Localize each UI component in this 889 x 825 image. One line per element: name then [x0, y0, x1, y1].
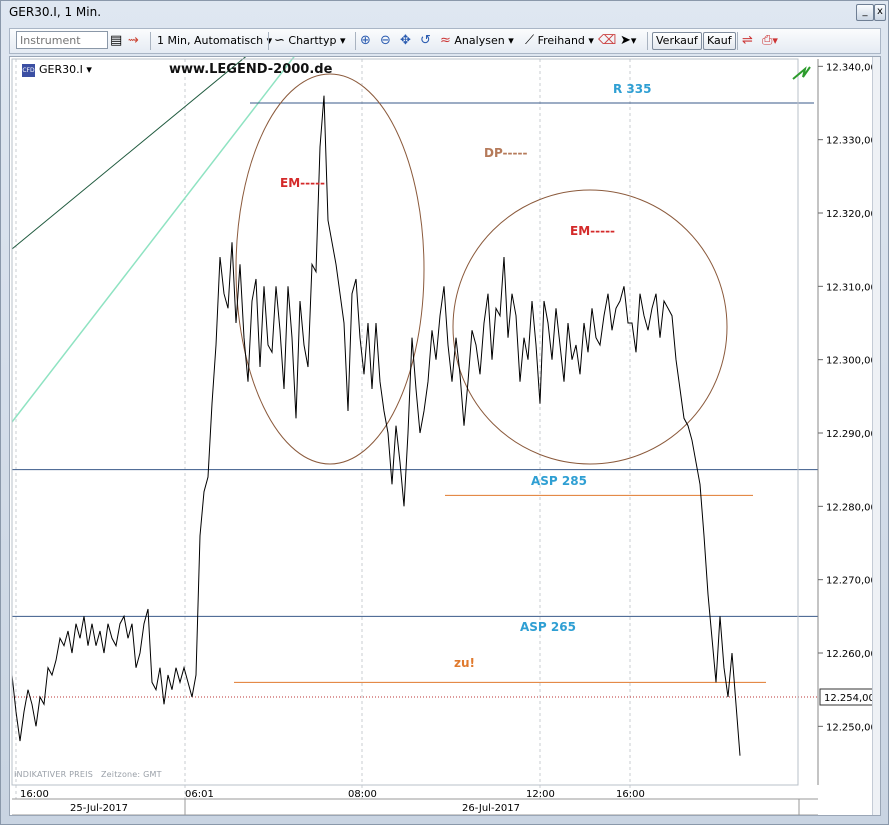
- close-button[interactable]: x: [874, 4, 886, 21]
- charttype-label: Charttyp: [288, 34, 337, 47]
- y-tick-label: 12.330,00: [826, 136, 872, 147]
- plot-border: [11, 58, 799, 786]
- x-tick-label: 08:00: [348, 789, 377, 800]
- vertical-scrollbar[interactable]: [872, 57, 880, 815]
- x-tick-label: 12:00: [526, 789, 555, 800]
- axes: 12.250,00 12.260,00 12.270,00 12.280,00 12.2…: [11, 58, 872, 815]
- zoom-out-icon[interactable]: ⊖: [380, 32, 391, 50]
- annotation-zu: zu!: [454, 656, 475, 670]
- price-series: [11, 95, 741, 756]
- date-label: 26-Jul-2017: [462, 803, 520, 814]
- watermark: www.LEGEND-2000.de: [169, 62, 333, 77]
- draw-line-icon: ⟋: [525, 33, 535, 48]
- trend-lines: [11, 57, 295, 423]
- trend-line-light: [11, 57, 295, 423]
- title-bar: GER30.I, 1 Min. _ x: [1, 1, 888, 25]
- y-tick-label: 12.320,00: [826, 209, 872, 220]
- price-chart[interactable]: R 335 DP----- EM----- EM----- ASP 285 ASP 265…: [10, 57, 872, 816]
- chevron-down-icon: ▾: [86, 63, 92, 76]
- instrument-name: GER30.I: [39, 63, 83, 76]
- annotation-dp: DP-----: [484, 146, 527, 160]
- window-title: GER30.I, 1 Min.: [9, 5, 102, 19]
- current-price-label: 12.254,00: [824, 693, 872, 704]
- annotation-asp265: ASP 265: [520, 620, 576, 634]
- annotation-em-right: EM-----: [570, 224, 615, 238]
- date-label: 25-Jul-2017: [70, 803, 128, 814]
- analysen-label: Analysen: [454, 34, 505, 47]
- toolbar-divider: [150, 32, 151, 50]
- eraser-icon[interactable]: ⌫: [598, 32, 616, 50]
- cursor-dropdown[interactable]: ➤▾: [620, 32, 636, 50]
- minimize-button[interactable]: _: [856, 4, 874, 21]
- trade-marker-icon: [792, 66, 811, 80]
- text-annotations: R 335 DP----- EM----- EM----- ASP 285 ASP 265…: [280, 82, 651, 670]
- x-tick-label: 06:01: [185, 789, 214, 800]
- freihand-label: Freihand: [537, 34, 585, 47]
- annotation-r335: R 335: [613, 82, 651, 96]
- price-notice: INDIKATIVER PREIS: [14, 770, 93, 779]
- instrument-search-input[interactable]: [16, 31, 108, 49]
- chevron-down-icon: ▾: [339, 34, 346, 47]
- toolbar-divider: [355, 32, 356, 50]
- interval-dropdown[interactable]: 1 Min, Automatisch ▾: [157, 32, 272, 50]
- level-lines: [12, 102, 818, 698]
- cursor-icon: ➤: [620, 33, 631, 48]
- verkauf-button[interactable]: Verkauf: [652, 32, 702, 50]
- ellipse-annotations: [235, 73, 728, 465]
- annotation-asp285: ASP 285: [531, 474, 587, 488]
- analysen-dropdown[interactable]: ≈ Analysen ▾: [440, 32, 514, 50]
- chart-settings-icon[interactable]: ⇌: [742, 32, 753, 50]
- x-tick-label: 16:00: [20, 789, 49, 800]
- scale-label: Automatisch: [194, 34, 264, 47]
- cfd-logo: CFD: [22, 63, 35, 77]
- print-icon[interactable]: ⎙▾: [762, 32, 778, 50]
- line-chart-icon: ∽: [274, 33, 285, 48]
- y-tick-label: 12.310,00: [826, 282, 872, 293]
- price-line: [11, 95, 741, 756]
- y-tick-label: 12.290,00: [826, 429, 872, 440]
- y-tick-label: 12.300,00: [826, 356, 872, 367]
- kauf-button[interactable]: Kauf: [703, 32, 736, 50]
- x-tick-label: 16:00: [616, 789, 645, 800]
- ellipse-em-left: [235, 73, 425, 465]
- toolbar-divider: [647, 32, 648, 50]
- chart-toolbar: ▤ ⇝ 1 Min, Automatisch ▾ ∽ Charttyp ▾ ⊕ …: [9, 28, 881, 54]
- chart-area[interactable]: R 335 DP----- EM----- EM----- ASP 285 ASP 265…: [9, 56, 881, 816]
- instrument-list-icon[interactable]: ▤: [110, 32, 122, 50]
- zoom-in-icon[interactable]: ⊕: [360, 32, 371, 50]
- y-tick-label: 12.250,00: [826, 722, 872, 733]
- chevron-down-icon: ▾: [772, 34, 778, 47]
- annotation-em-left: EM-----: [280, 176, 325, 190]
- fit-chart-icon[interactable]: ✥: [400, 32, 411, 50]
- instrument-selector[interactable]: CFD GER30.I ▾: [22, 63, 92, 77]
- timezone-notice: Zeitzone: GMT: [100, 770, 162, 779]
- chevron-down-icon: ▾: [588, 34, 594, 47]
- toolbar-divider: [268, 32, 269, 50]
- reset-icon[interactable]: ↺: [420, 32, 431, 50]
- charttype-dropdown[interactable]: ∽ Charttyp ▾: [274, 32, 345, 50]
- interval-label: 1 Min,: [157, 34, 191, 47]
- y-tick-label: 12.340,00: [826, 62, 872, 73]
- trend-line-dark: [11, 57, 247, 250]
- chevron-down-icon: ▾: [508, 34, 514, 47]
- toolbar-divider: [737, 32, 738, 50]
- analysis-icon: ≈: [440, 33, 451, 48]
- freihand-dropdown[interactable]: ⟋ Freihand ▾: [525, 32, 594, 50]
- chevron-down-icon: ▾: [630, 34, 637, 47]
- chart-window: GER30.I, 1 Min. _ x ▤ ⇝ 1 Min, Automatis…: [0, 0, 889, 825]
- y-tick-label: 12.270,00: [826, 576, 872, 587]
- y-tick-label: 12.280,00: [826, 502, 872, 513]
- y-tick-label: 12.260,00: [826, 649, 872, 660]
- chart-footnote: INDIKATIVER PREIS Zeitzone: GMT: [14, 770, 170, 779]
- compare-chart-icon[interactable]: ⇝: [128, 32, 139, 50]
